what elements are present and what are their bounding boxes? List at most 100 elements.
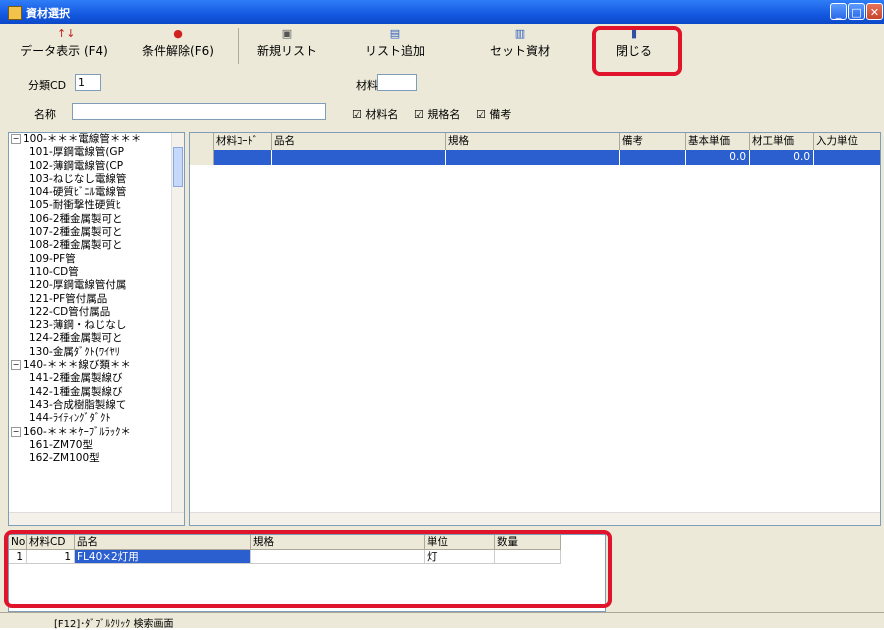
set-material-button[interactable]: ▥ セット資材: [480, 26, 560, 66]
tree-item[interactable]: 161-ZM70型: [9, 439, 184, 452]
clear-filter-icon: ●: [173, 27, 183, 40]
tree-item[interactable]: 103-ねじなし電線管: [9, 173, 184, 186]
close-window-button[interactable]: ✕: [866, 3, 883, 20]
name-input[interactable]: [72, 103, 326, 120]
grid-header-base-price[interactable]: 基本単価: [686, 133, 750, 150]
close-button[interactable]: ▮ 閉じる: [604, 26, 664, 66]
window-title: 資材選択: [26, 7, 70, 20]
tree-item-label: 122-CD管付属品: [29, 305, 111, 318]
grid-header-remarks[interactable]: 備考: [620, 133, 686, 150]
collapse-toggle-icon[interactable]: −: [11, 426, 21, 437]
tree-item[interactable]: 101-厚鋼電線管(GP: [9, 146, 184, 159]
new-list-button[interactable]: ▣ 新規リスト: [252, 26, 322, 66]
list-cell-product-name[interactable]: FL40×2灯用: [75, 550, 251, 564]
cell-remarks[interactable]: [620, 150, 686, 165]
new-list-label: 新規リスト: [256, 44, 317, 58]
list-cell-material-cd[interactable]: 1: [27, 550, 75, 564]
collapse-toggle-icon[interactable]: −: [11, 134, 21, 144]
remarks-checkbox[interactable]: ☑ 備考: [476, 106, 511, 122]
tree-item[interactable]: 121-PF管付属品: [9, 293, 184, 306]
tree-item[interactable]: 144-ﾗｲﾃｨﾝｸﾞﾀﾞｸﾄ: [9, 412, 184, 425]
tree-item[interactable]: 123-薄鋼・ねじなし: [9, 319, 184, 332]
list-cell-unit[interactable]: 灯: [425, 550, 495, 564]
list-cell-quantity[interactable]: [495, 550, 561, 564]
collapse-toggle-icon[interactable]: −: [11, 360, 21, 371]
tree-item-label: 106-2種金属製可と: [29, 212, 123, 225]
category-cd-input[interactable]: 1: [75, 74, 101, 91]
new-list-icon: ▣: [281, 27, 293, 40]
tree-item-label: 104-硬質ﾋﾞﾆﾙ電線管: [29, 186, 127, 199]
tree-horizontal-scrollbar[interactable]: [9, 512, 184, 525]
tree-item[interactable]: 108-2種金属製可と: [9, 239, 184, 252]
cell-base-price[interactable]: 0.0: [686, 150, 750, 165]
list-header-no: No: [9, 535, 27, 550]
tree-item[interactable]: 102-薄鋼電線管(CP: [9, 160, 184, 173]
data-display-icon: ↑↓: [57, 27, 76, 40]
title-bar[interactable]: 資材選択 _ □ ✕: [0, 0, 884, 24]
grid-header-spec[interactable]: 規格: [446, 133, 620, 150]
check-icon: ☑: [476, 108, 486, 121]
tree-item-label: 144-ﾗｲﾃｨﾝｸﾞﾀﾞｸﾄ: [29, 412, 111, 425]
tree-item[interactable]: 124-2種金属製可と: [9, 332, 184, 345]
material-selection-window: 資材選択 _ □ ✕ ↑↓ データ表示 (F4) ● 条件解除(F6) ▣ 新規…: [0, 0, 884, 630]
grid-header-labor-price[interactable]: 材工単価: [750, 133, 814, 150]
tree-item[interactable]: 107-2種金属製可と: [9, 226, 184, 239]
row-selector[interactable]: [190, 150, 214, 165]
maximize-button[interactable]: □: [848, 3, 865, 20]
tree-item[interactable]: 104-硬質ﾋﾞﾆﾙ電線管: [9, 186, 184, 199]
tree-item-label: 109-PF管: [29, 252, 76, 265]
grid-horizontal-scrollbar[interactable]: [190, 512, 880, 525]
tree-item[interactable]: 106-2種金属製可と: [9, 213, 184, 226]
tree-item[interactable]: 142-1種金属製線び: [9, 386, 184, 399]
tree-item[interactable]: 130-金属ﾀﾞｸﾄ(ﾜｲﾔﾘ: [9, 346, 184, 359]
material-cd-input[interactable]: [377, 74, 417, 91]
tree-item-label: 101-厚鋼電線管(GP: [29, 146, 124, 159]
list-cell-no[interactable]: 1: [9, 550, 27, 564]
tree-item-label: 107-2種金属製可と: [29, 226, 123, 239]
tree-item[interactable]: 110-CD管: [9, 266, 184, 279]
list-header-unit: 単位: [425, 535, 495, 550]
spec-name-checkbox[interactable]: ☑ 規格名: [414, 106, 460, 122]
selected-list-grid[interactable]: No 材料CD 品名 規格 単位 数量 1 1 FL40×2灯用 灯: [8, 534, 606, 612]
list-header-product-name: 品名: [75, 535, 251, 550]
tree-item-label: 100-＊＊＊電線管＊＊＊: [23, 133, 142, 145]
grid-header-input-unit[interactable]: 入力単位: [814, 133, 880, 150]
cell-product-name[interactable]: [272, 150, 446, 165]
cell-spec[interactable]: [446, 150, 620, 165]
app-icon: [8, 6, 22, 20]
cell-labor-price[interactable]: 0.0: [750, 150, 814, 165]
category-tree[interactable]: −100-＊＊＊電線管＊＊＊ 101-厚鋼電線管(GP 102-薄鋼電線管(CP 10…: [8, 132, 185, 526]
cell-material-code[interactable]: [214, 150, 272, 165]
grid-header-product-name[interactable]: 品名: [272, 133, 446, 150]
tree-vertical-scrollbar[interactable]: [171, 133, 184, 513]
tree-item[interactable]: 105-耐衝撃性硬質ﾋ: [9, 199, 184, 212]
tree-item[interactable]: 122-CD管付属品: [9, 306, 184, 319]
grid-header-material-code[interactable]: 材料ｺｰﾄﾞ: [214, 133, 272, 150]
material-grid[interactable]: 材料ｺｰﾄﾞ 品名 規格 備考 基本単価 材工単価 入力単位 0.0 0.0: [189, 132, 881, 526]
tree-item-label: 142-1種金属製線び: [29, 385, 123, 398]
add-list-button[interactable]: ▤ リスト追加: [358, 26, 432, 66]
tree-item[interactable]: 141-2種金属製線び: [9, 372, 184, 385]
clear-filter-label: 条件解除(F6): [142, 44, 214, 58]
set-material-label: セット資材: [489, 44, 550, 58]
table-row[interactable]: 0.0 0.0: [190, 150, 880, 165]
tree-item-label: 121-PF管付属品: [29, 292, 108, 305]
minimize-button[interactable]: _: [830, 3, 847, 20]
door-icon: ▮: [630, 27, 638, 40]
cell-input-unit[interactable]: [814, 150, 880, 165]
tree-group-item[interactable]: −140-＊＊＊線び類＊＊: [9, 359, 184, 372]
material-name-checkbox[interactable]: ☑ 材料名: [352, 106, 398, 122]
tree-item[interactable]: 109-PF管: [9, 253, 184, 266]
tree-group-item[interactable]: −100-＊＊＊電線管＊＊＊: [9, 133, 184, 146]
tree-item[interactable]: 143-合成樹脂製線て: [9, 399, 184, 412]
toolbar-separator: [238, 28, 239, 64]
data-display-button[interactable]: ↑↓ データ表示 (F4): [8, 26, 120, 66]
clear-filter-button[interactable]: ● 条件解除(F6): [128, 26, 228, 66]
tree-item[interactable]: 120-厚鋼電線管付属: [9, 279, 184, 292]
tree-item-label: 143-合成樹脂製線て: [29, 398, 127, 411]
list-cell-spec[interactable]: [251, 550, 425, 564]
tree-group-item[interactable]: −160-＊＊＊ｹｰﾌﾞﾙﾗｯｸ＊: [9, 426, 184, 439]
tree-item-label: 110-CD管: [29, 265, 79, 278]
tree-item[interactable]: 162-ZM100型: [9, 452, 184, 465]
tree-scroll-thumb[interactable]: [173, 147, 183, 187]
